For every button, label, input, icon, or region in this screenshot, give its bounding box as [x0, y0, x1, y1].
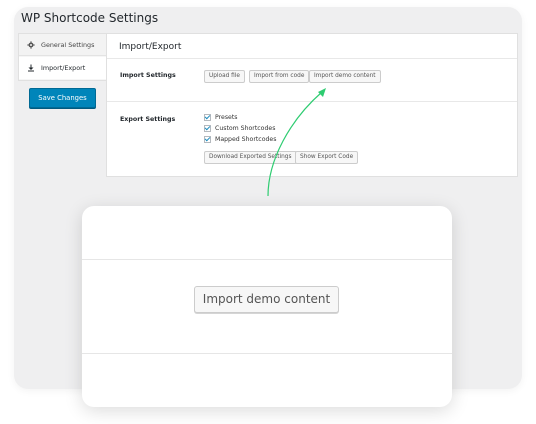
upload-file-button[interactable]: Upload file: [204, 70, 245, 83]
custom-shortcodes-checkbox-row[interactable]: Custom Shortcodes: [204, 125, 275, 132]
checkbox-label: Presets: [215, 114, 238, 121]
export-settings-label: Export Settings: [120, 116, 176, 123]
download-icon: [27, 64, 35, 72]
zoomed-preview-card: Import demo content: [82, 206, 452, 407]
sidebar-item-import-export[interactable]: Import/Export: [19, 57, 107, 79]
panel-title: WP Shortcode Settings: [21, 11, 159, 25]
import-demo-content-button[interactable]: Import demo content: [309, 70, 381, 83]
save-changes-button[interactable]: Save Changes: [29, 88, 96, 108]
checkbox-label: Custom Shortcodes: [215, 125, 276, 132]
import-demo-content-button-zoomed[interactable]: Import demo content: [194, 286, 339, 313]
divider: [82, 259, 452, 260]
show-export-code-button[interactable]: Show Export Code: [295, 151, 359, 164]
sidebar-item-general-settings[interactable]: General Settings: [19, 34, 107, 56]
download-exported-settings-button[interactable]: Download Exported Settings: [204, 151, 297, 164]
gear-icon: [27, 40, 35, 49]
divider: [107, 101, 517, 102]
sidebar-item-label: Import/Export: [41, 64, 86, 72]
custom-shortcodes-checkbox[interactable]: [204, 125, 211, 132]
sidebar-nav: General Settings Import/Export: [18, 33, 108, 81]
import-settings-label: Import Settings: [120, 72, 176, 79]
presets-checkbox[interactable]: [204, 114, 211, 121]
mapped-shortcodes-checkbox-row[interactable]: Mapped Shortcodes: [204, 136, 276, 143]
page-title: Import/Export: [119, 42, 182, 52]
checkbox-label: Mapped Shortcodes: [215, 136, 277, 143]
presets-checkbox-row[interactable]: Presets: [204, 114, 238, 121]
divider: [82, 353, 452, 354]
mapped-shortcodes-checkbox[interactable]: [204, 136, 211, 143]
divider: [107, 58, 517, 59]
sidebar-item-label: General Settings: [41, 40, 95, 49]
import-export-panel: Import/Export Import Settings Upload fil…: [106, 33, 518, 177]
import-from-code-button[interactable]: Import from code: [249, 70, 310, 83]
